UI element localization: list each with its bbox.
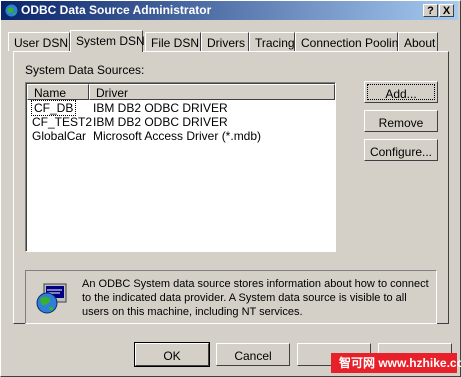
help-title-button[interactable]: ? (423, 4, 438, 17)
dsn-name: CF_TEST2 (32, 115, 93, 129)
info-description: An ODBC System data source stores inform… (82, 278, 429, 318)
site-watermark: 智可网 www.hzhike.com (331, 353, 461, 373)
list-item[interactable]: CF_TEST2 IBM DB2 ODBC DRIVER (30, 115, 330, 129)
tab-user-dsn[interactable]: User DSN (8, 32, 70, 51)
tab-file-dsn[interactable]: File DSN (145, 32, 201, 51)
tab-about[interactable]: About (398, 32, 438, 51)
tab-system-dsn[interactable]: System DSN (70, 30, 145, 52)
dsn-driver: Microsoft Access Driver (*.mdb) (93, 129, 262, 143)
remove-button[interactable]: Remove (364, 110, 438, 132)
column-header-name[interactable]: Name (27, 84, 89, 100)
configure-button[interactable]: Configure... (364, 139, 438, 161)
close-title-button[interactable]: X (439, 4, 454, 17)
column-header-driver[interactable]: Driver (89, 84, 335, 100)
odbc-app-icon (4, 3, 19, 18)
tab-drivers[interactable]: Drivers (201, 32, 249, 51)
system-sources-list[interactable]: Name Driver CF_DB IBM DB2 ODBC DRIVER CF… (25, 82, 336, 252)
dsn-name: GlobalCar (32, 129, 87, 143)
odbc-globe-icon (36, 283, 67, 314)
list-item[interactable]: GlobalCar Microsoft Access Driver (*.mdb… (30, 129, 330, 143)
dsn-name: CF_DB (30, 100, 77, 116)
add-button[interactable]: Add... (364, 81, 438, 103)
cancel-button[interactable]: Cancel (216, 343, 290, 366)
title-bar[interactable]: ODBC Data Source Administrator ? X (1, 1, 458, 20)
system-sources-label: System Data Sources: (25, 63, 145, 77)
list-item[interactable]: CF_DB IBM DB2 ODBC DRIVER (30, 100, 330, 116)
tab-tracing[interactable]: Tracing (249, 32, 295, 51)
tab-connection-pooling[interactable]: Connection Pooling (295, 32, 405, 51)
ok-button[interactable]: OK (134, 342, 210, 367)
dsn-driver: IBM DB2 ODBC DRIVER (93, 115, 228, 129)
dsn-driver: IBM DB2 ODBC DRIVER (93, 101, 228, 115)
window-title: ODBC Data Source Administrator (21, 3, 212, 17)
